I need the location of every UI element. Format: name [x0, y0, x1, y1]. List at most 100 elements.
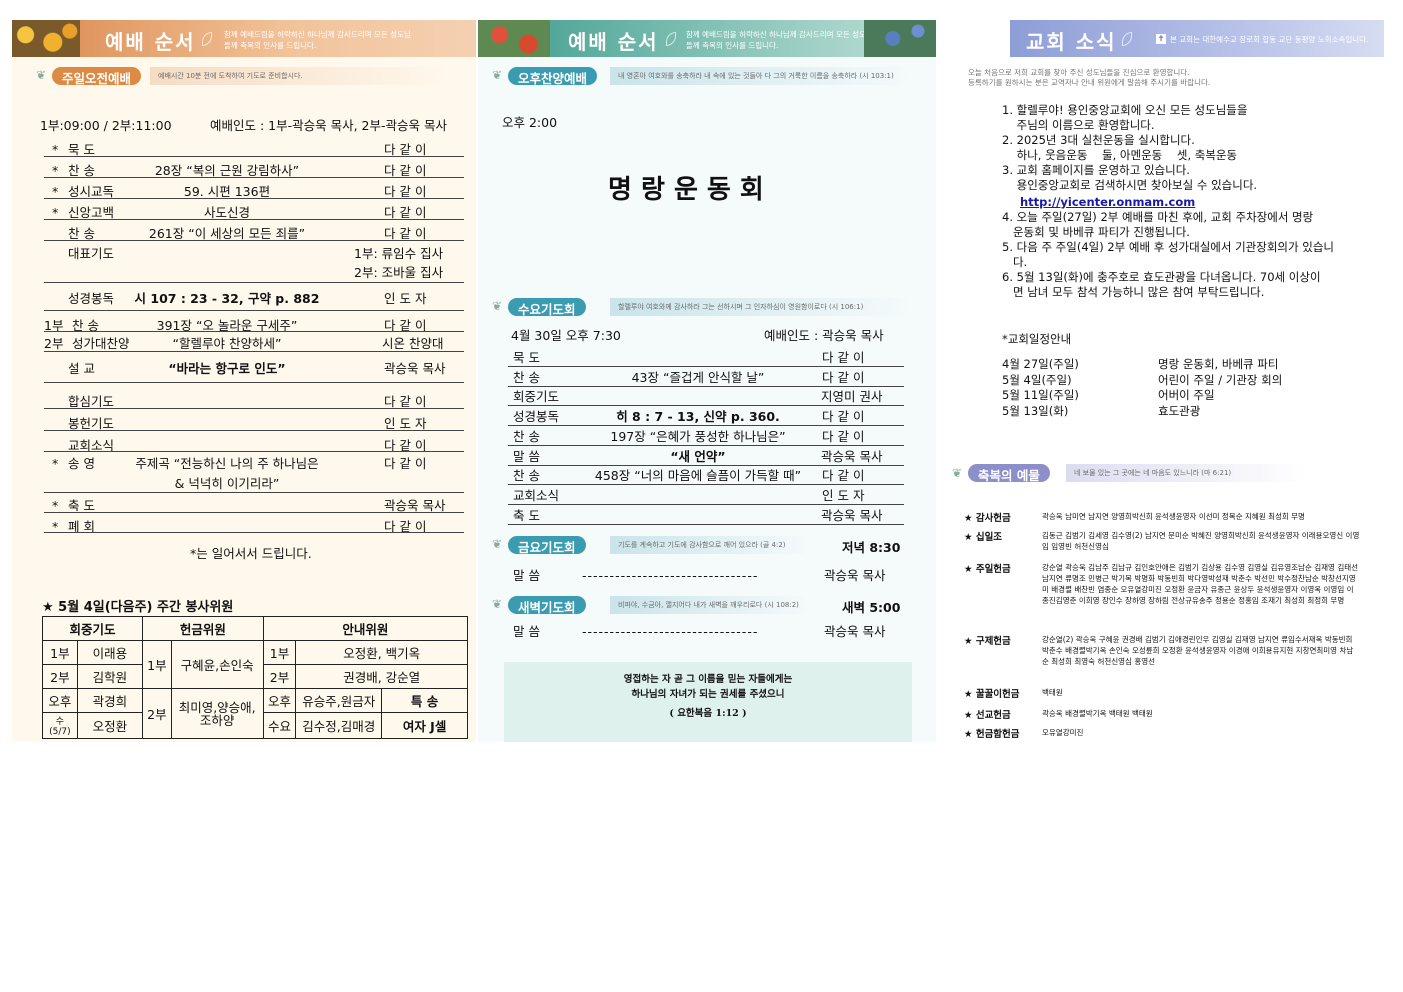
- row-divider: [508, 366, 904, 367]
- cell: 2부: [142, 688, 172, 739]
- order-leader: 다 같 이: [384, 142, 427, 157]
- schedule-event: 효도관광: [1158, 403, 1201, 418]
- offering-category: ★ 꿀꿀이헌금: [964, 689, 1020, 700]
- news-item: 다.: [1002, 255, 1028, 269]
- sprout-icon: ❦: [492, 68, 503, 82]
- morning-footnote: *는 일어서서 드립니다.: [190, 546, 312, 561]
- verse-line-1: 영접하는 자 곧 그 이름을 믿는 자들에게는: [623, 674, 793, 685]
- order-item: 묵 도: [513, 350, 540, 365]
- order-item: 합심기도: [68, 394, 115, 409]
- order-mark: *: [52, 184, 59, 199]
- news-item: 3. 교회 홈페이지를 운영하고 있습니다.: [1002, 163, 1190, 177]
- friday-item: 말 씀: [513, 568, 540, 583]
- order-detail: 197장 “은혜가 풍성한 하나님은”: [610, 428, 786, 444]
- row-divider: [508, 405, 904, 407]
- row-divider: [44, 177, 464, 178]
- cell: 김학원: [76, 664, 144, 689]
- scripture-box: 영접하는 자 곧 그 이름을 믿는 자들에게는 하나님의 자녀가 되는 권세를 …: [504, 662, 912, 742]
- order-item: 찬 송: [513, 468, 540, 484]
- schedule-date: 5월 11일(주일): [1002, 388, 1079, 402]
- verse-line-2: 하나님의 자녀가 되는 권세를 주셨으니: [631, 689, 785, 700]
- row-divider: [44, 240, 464, 241]
- row-divider: [508, 385, 904, 387]
- schedule-event: 어린이 주일 / 기관장 회의: [1158, 372, 1283, 387]
- friday-time: 저녁 8:30: [842, 540, 901, 555]
- order-leader: 곽승욱 목사: [384, 361, 446, 376]
- sprout-icon: ❦: [492, 299, 503, 313]
- offerings-note: 네 보물 있는 그 곳에는 네 마음도 있느니라 (마 6:21): [1066, 464, 1306, 482]
- schedule-date: 5월 4일(주일): [1002, 372, 1072, 387]
- dawn-note: 비파야, 수금아, 깰지어다 내가 새벽을 깨우리로다 (시 108:2): [610, 596, 810, 614]
- afternoon-note: 내 영혼아 여호와를 송축하라 내 속에 있는 것들아 다 그의 거룩한 이름을…: [610, 67, 910, 85]
- schedule-title: *교회일정안내: [1002, 332, 1072, 346]
- banner-1: 예배 순서 함께 예배드림을 허락하신 하나님께 감사드리며 모든 성도님들께 …: [12, 20, 476, 57]
- order-detail: “새 언약”: [670, 448, 726, 464]
- order-detail: 시 107 : 23 - 32, 구약 p. 882: [134, 291, 320, 306]
- wednesday-date: 4월 30일 오후 7:30: [511, 328, 621, 343]
- order-item: 축 도: [513, 507, 540, 523]
- cell: 수요: [262, 712, 297, 739]
- order-leader: 1부: 류임수 집사: [354, 246, 444, 261]
- news-item: 1. 할렐루야! 용인중앙교회에 오신 모든 성도님들을: [1002, 103, 1248, 117]
- order-detail: “바라는 항구로 인도”: [168, 361, 286, 376]
- offering-category: ★ 주일헌금: [964, 564, 1011, 575]
- news-item: 운동회 및 바베큐 파티가 진행됩니다.: [1002, 225, 1190, 239]
- cell: 오후: [42, 688, 78, 713]
- banner-title: 예배 순서: [105, 30, 196, 54]
- weekday-panel: 예배 순서 함께 예배드림을 허락하신 하나님께 감사드리며 모든 성도님들께 …: [478, 20, 936, 742]
- morning-panel: 예배 순서 함께 예배드림을 허락하신 하나님께 감사드리며 모든 성도님들께 …: [12, 20, 476, 742]
- order-leader: 곽승욱 목사: [384, 498, 446, 513]
- wednesday-note: 할렐루야 여호와께 감사하라 그는 선하시며 그 인자하심이 영원함이로다 (시…: [610, 298, 910, 316]
- order-detail: 43장 “즐겁게 안식할 날”: [631, 369, 765, 385]
- dawn-time: 새벽 5:00: [842, 600, 901, 615]
- row-divider: [44, 310, 464, 311]
- news-item: 주님의 이름으로 환영합니다.: [1002, 118, 1155, 132]
- morning-leader: 예배인도 : 1부-곽승욱 목사, 2부-곽승욱 목사: [210, 118, 447, 133]
- row-divider: [44, 219, 464, 220]
- cell: 오정환: [76, 712, 144, 739]
- order-leader: 다 같 이: [822, 409, 865, 425]
- schedule-event: 어버이 주일: [1158, 388, 1215, 402]
- news-item: 면 남녀 모두 참석 가능하니 많은 참여 부탁드립니다.: [1002, 285, 1265, 299]
- row-divider: [44, 382, 464, 383]
- row-divider: [44, 408, 464, 409]
- row-divider: [508, 523, 904, 525]
- cell: 1부: [142, 640, 172, 689]
- order-leader: 인 도 자: [384, 291, 427, 306]
- volunteer-title: ★ 5월 4일(다음주) 주간 봉사위원: [42, 600, 234, 615]
- offering-category: ★ 선교헌금: [964, 710, 1011, 721]
- volunteer-table: 회중기도 헌금위원 안내위원 1부 이래용 1부 구혜윤,손인숙 1부 오정환,…: [41, 616, 469, 739]
- header-offering: 헌금위원: [142, 616, 264, 641]
- offering-names: 백태원: [1042, 688, 1063, 697]
- row-divider: [44, 331, 464, 332]
- flower-image: [478, 20, 550, 57]
- banner-subtitle: 함께 예배드림을 허락하신 하나님께 감사드리며 모든 성도님들께 축복의 인사…: [224, 30, 411, 50]
- offerings-label: 축복의 예물: [968, 464, 1050, 483]
- order-detail: 사도신경: [203, 205, 250, 220]
- row-divider: [508, 425, 904, 427]
- afternoon-time: 오후 2:00: [502, 115, 558, 130]
- order-item: 봉헌기도: [68, 416, 115, 431]
- order-item: 말 씀: [513, 448, 540, 464]
- news-item: 하나, 웃음운동 둘, 아멘운동 셋, 축복운동: [1002, 148, 1238, 162]
- banner-title: 예배 순서: [568, 30, 659, 54]
- news-intro-2: 등록하기를 원하시는 분은 교역자나 안내 위원에게 말씀해 주시기를 바랍니다…: [968, 78, 1211, 87]
- row-divider: [508, 444, 904, 446]
- cell: 김수정,김매경: [295, 712, 383, 739]
- wednesday-label: 수요기도회: [508, 298, 586, 317]
- offering-names: 곽승욱 남미연 남지연 양영희박신희 윤석생윤영자 이선미 정복순 지혜원 최성…: [1042, 512, 1305, 521]
- dawn-label: 새벽기도회: [508, 596, 586, 615]
- row-divider: [508, 464, 904, 466]
- row-divider: [44, 351, 464, 352]
- cell: 이래용: [76, 640, 144, 665]
- offering-category: ★ 구제헌금: [964, 636, 1011, 647]
- order-item: 회중기도: [513, 389, 560, 405]
- offering-names: 곽승욱 배경렬박기옥 백태원 백태원: [1042, 709, 1153, 718]
- offering-names: 김동근 김범기 김세영 김수영(2) 남지연 문미순 박혜진 양영희박신희 윤석…: [1042, 531, 1360, 551]
- friday-dashes: --------------------------------: [582, 568, 759, 583]
- order-detail: “할렐루야 찬양하세”: [172, 336, 282, 351]
- row-divider: [44, 532, 464, 533]
- homepage-link[interactable]: http://yicenter.onmam.com: [1020, 195, 1195, 210]
- banner-3: 교회 소식 본 교회는 대한예수교 장로회 합동 교단 동평양 노회소속입니다.…: [1010, 20, 1384, 57]
- order-detail: 458장 “너의 마음에 슬픔이 가득할 때”: [594, 468, 802, 484]
